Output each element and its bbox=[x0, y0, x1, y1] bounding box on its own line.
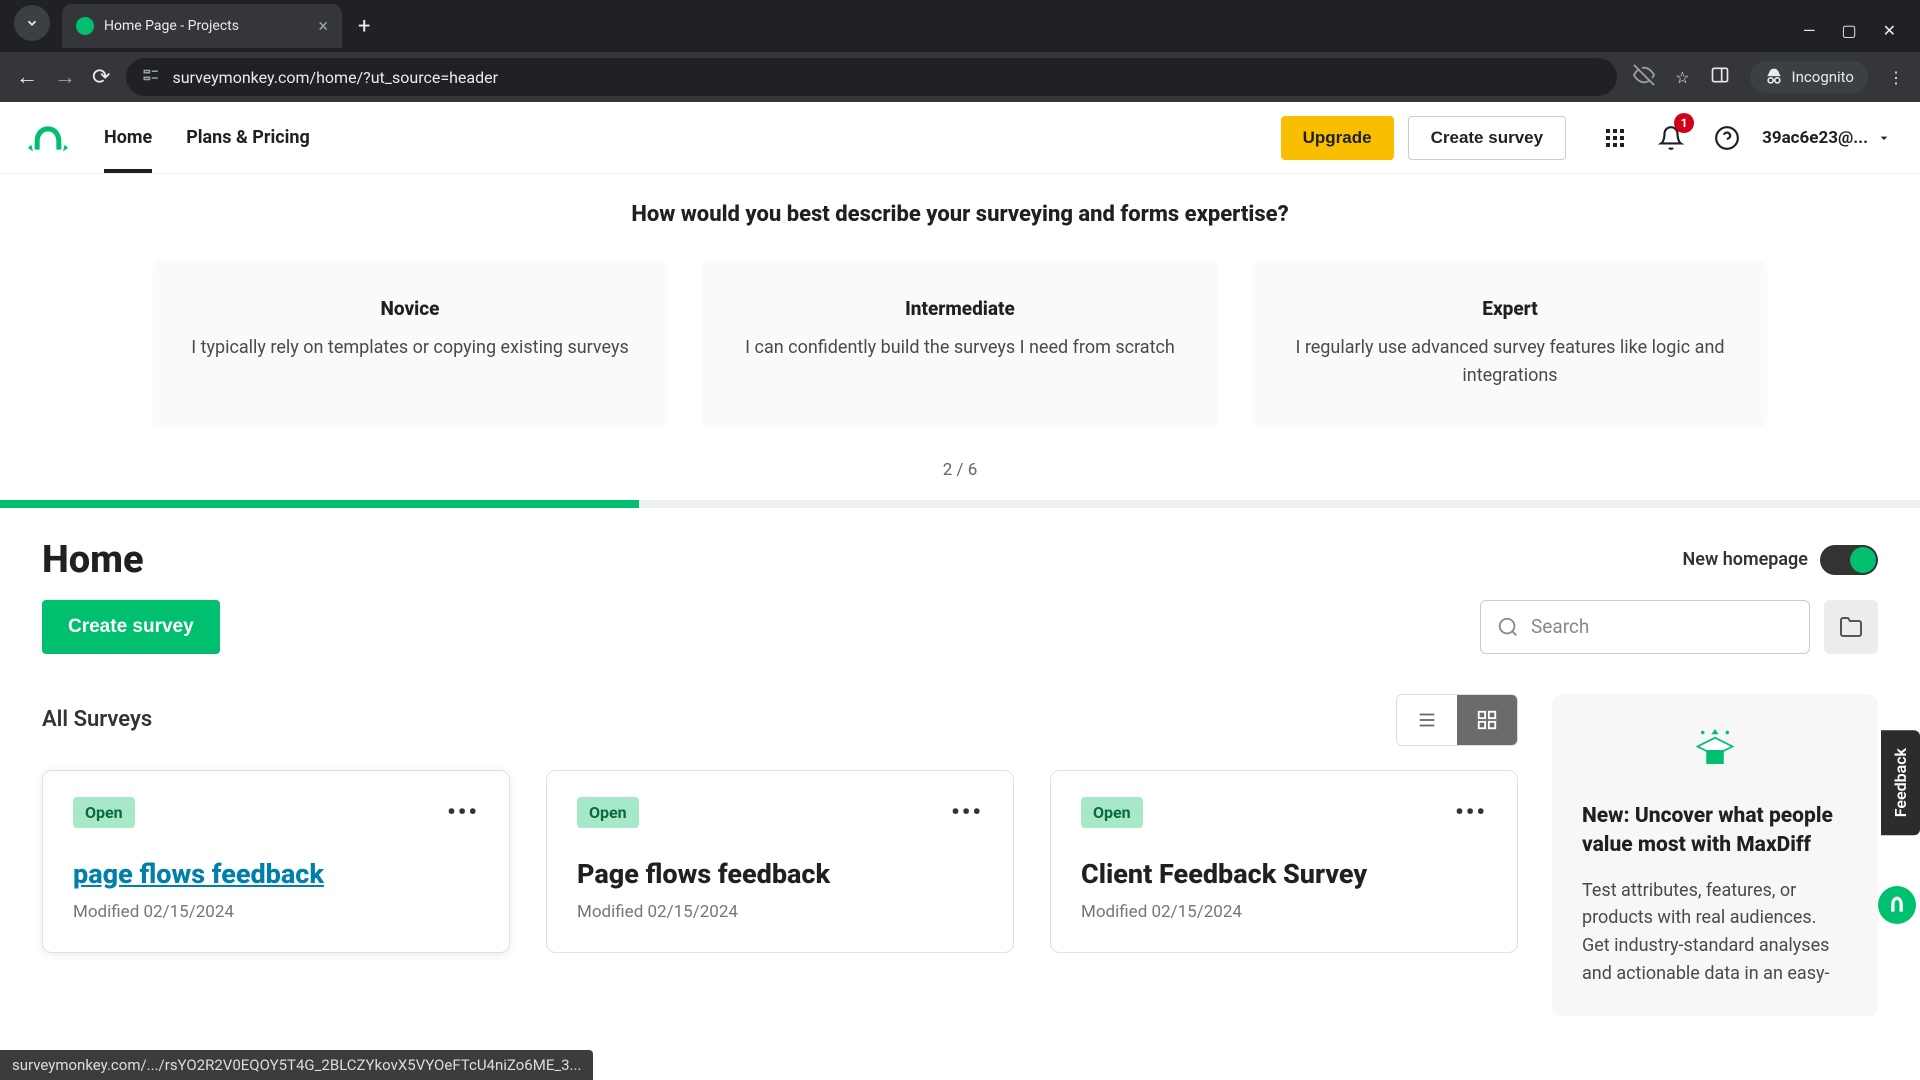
feedback-badge-icon[interactable] bbox=[1878, 886, 1916, 924]
browser-status-bar: surveymonkey.com/.../rsYO2R2V0EQOY5T4G_2… bbox=[0, 1050, 593, 1080]
tab-search-button[interactable] bbox=[14, 5, 50, 41]
user-menu[interactable]: 39ac6e23@... bbox=[1762, 128, 1892, 148]
feedback-tab[interactable]: Feedback bbox=[1881, 730, 1920, 835]
expertise-option-expert[interactable]: Expert I regularly use advanced survey f… bbox=[1253, 261, 1767, 426]
back-button[interactable]: ← bbox=[16, 64, 38, 90]
create-survey-button-top[interactable]: Create survey bbox=[1408, 116, 1566, 160]
status-badge: Open bbox=[1081, 797, 1143, 828]
survey-title: Client Feedback Survey bbox=[1081, 858, 1487, 890]
nav-home[interactable]: Home bbox=[104, 103, 152, 172]
url-text: surveymonkey.com/home/?ut_source=header bbox=[172, 68, 498, 87]
apps-grid-icon[interactable] bbox=[1594, 117, 1636, 159]
view-toggle bbox=[1396, 694, 1518, 746]
survey-title-link[interactable]: page flows feedback bbox=[73, 858, 479, 890]
status-badge: Open bbox=[577, 797, 639, 828]
browser-toolbar: ← → ⟳ surveymonkey.com/home/?ut_source=h… bbox=[0, 52, 1920, 102]
eye-off-icon[interactable] bbox=[1633, 64, 1655, 90]
promo-icon bbox=[1582, 722, 1848, 782]
notification-badge: 1 bbox=[1674, 113, 1694, 133]
promo-panel: New: Uncover what people value most with… bbox=[1552, 694, 1878, 1016]
reload-button[interactable]: ⟳ bbox=[92, 65, 110, 90]
nav-plans-pricing[interactable]: Plans & Pricing bbox=[186, 103, 310, 172]
survey-modified: Modified 02/15/2024 bbox=[577, 902, 983, 922]
maximize-icon[interactable]: ▢ bbox=[1841, 21, 1856, 40]
onboarding-panel: How would you best describe your surveyi… bbox=[0, 174, 1920, 500]
notifications-icon[interactable]: 1 bbox=[1650, 117, 1692, 159]
incognito-indicator[interactable]: Incognito bbox=[1750, 61, 1868, 93]
close-tab-icon[interactable]: × bbox=[318, 16, 328, 37]
new-tab-button[interactable]: + bbox=[342, 14, 386, 39]
browser-titlebar: Home Page - Projects × + — ▢ ✕ bbox=[0, 0, 1920, 52]
upgrade-button[interactable]: Upgrade bbox=[1281, 116, 1394, 160]
grid-view-button[interactable] bbox=[1457, 695, 1517, 745]
expertise-option-intermediate[interactable]: Intermediate I can confidently build the… bbox=[703, 261, 1217, 426]
step-indicator: 2 / 6 bbox=[0, 460, 1920, 480]
create-survey-button[interactable]: Create survey bbox=[42, 600, 220, 654]
survey-card[interactable]: Open ••• page flows feedback Modified 02… bbox=[42, 770, 510, 953]
page-title: Home bbox=[42, 538, 144, 582]
sidepanel-icon[interactable] bbox=[1710, 65, 1730, 89]
progress-fill bbox=[0, 500, 639, 508]
address-bar[interactable]: surveymonkey.com/home/?ut_source=header bbox=[126, 58, 1617, 96]
survey-title: Page flows feedback bbox=[577, 858, 983, 890]
browser-menu-icon[interactable]: ⋮ bbox=[1888, 68, 1904, 87]
list-view-button[interactable] bbox=[1397, 695, 1457, 745]
folder-button[interactable] bbox=[1824, 600, 1878, 654]
tab-favicon bbox=[76, 17, 94, 35]
surveys-heading: All Surveys bbox=[42, 707, 152, 732]
more-icon[interactable]: ••• bbox=[1455, 798, 1487, 826]
survey-card[interactable]: Open ••• Page flows feedback Modified 02… bbox=[546, 770, 1014, 953]
onboarding-question: How would you best describe your surveyi… bbox=[0, 202, 1920, 227]
browser-tab[interactable]: Home Page - Projects × bbox=[62, 4, 342, 48]
site-settings-icon[interactable] bbox=[142, 66, 160, 88]
minimize-icon[interactable]: — bbox=[1803, 21, 1816, 40]
logo[interactable] bbox=[28, 122, 68, 154]
chevron-down-icon bbox=[1876, 130, 1892, 146]
status-badge: Open bbox=[73, 797, 135, 828]
forward-button[interactable]: → bbox=[54, 64, 76, 90]
new-homepage-toggle[interactable] bbox=[1820, 545, 1878, 575]
close-window-icon[interactable]: ✕ bbox=[1883, 21, 1896, 40]
bookmark-icon[interactable]: ☆ bbox=[1675, 68, 1689, 87]
progress-bar bbox=[0, 500, 1920, 508]
more-icon[interactable]: ••• bbox=[447, 798, 479, 826]
survey-card[interactable]: Open ••• Client Feedback Survey Modified… bbox=[1050, 770, 1518, 953]
tab-title: Home Page - Projects bbox=[104, 18, 308, 34]
user-label: 39ac6e23@... bbox=[1762, 128, 1868, 148]
app-topnav: Home Plans & Pricing Upgrade Create surv… bbox=[0, 102, 1920, 174]
search-input[interactable]: Search bbox=[1480, 600, 1810, 654]
more-icon[interactable]: ••• bbox=[951, 798, 983, 826]
promo-description: Test attributes, features, or products w… bbox=[1582, 877, 1848, 989]
expertise-option-novice[interactable]: Novice I typically rely on templates or … bbox=[153, 261, 667, 426]
survey-modified: Modified 02/15/2024 bbox=[1081, 902, 1487, 922]
search-icon bbox=[1497, 616, 1519, 638]
help-icon[interactable] bbox=[1706, 117, 1748, 159]
survey-modified: Modified 02/15/2024 bbox=[73, 902, 479, 922]
toggle-label: New homepage bbox=[1683, 549, 1808, 570]
promo-title: New: Uncover what people value most with… bbox=[1582, 802, 1848, 861]
